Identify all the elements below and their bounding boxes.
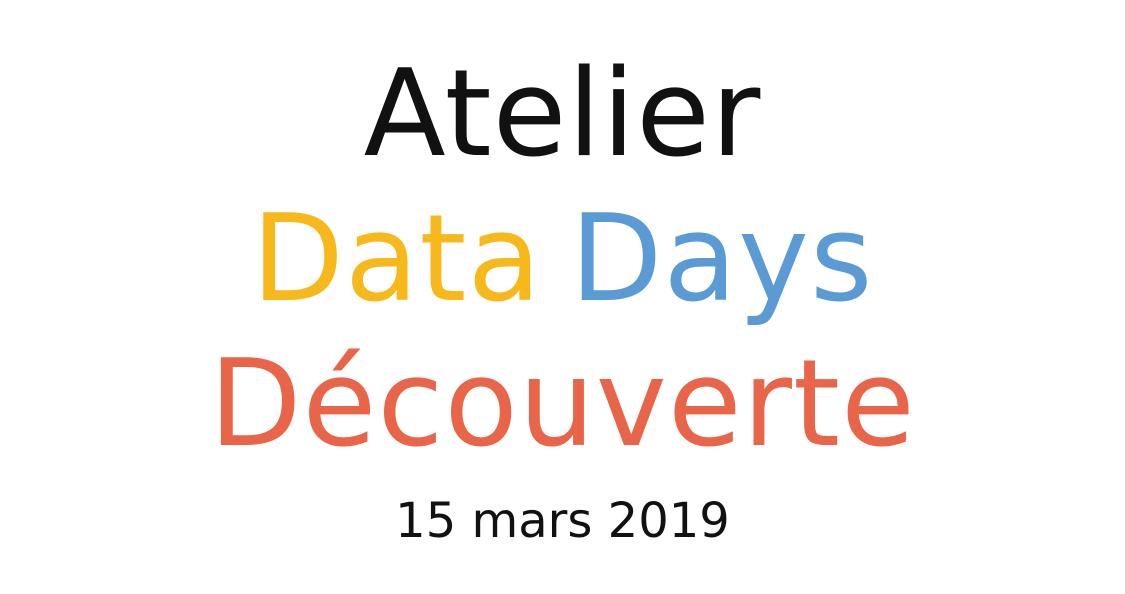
title-line-decouverte: Découverte [209, 335, 916, 474]
title-word-days: Days [570, 190, 874, 329]
title-line-data-days: Data Days [0, 200, 1125, 320]
title-card: Atelier Data Days Découverte 15 mars 2019 [0, 0, 1125, 594]
title-word-data: Data [251, 190, 543, 329]
title-line-atelier: Atelier [363, 45, 762, 184]
event-date: 15 mars 2019 [395, 493, 730, 549]
